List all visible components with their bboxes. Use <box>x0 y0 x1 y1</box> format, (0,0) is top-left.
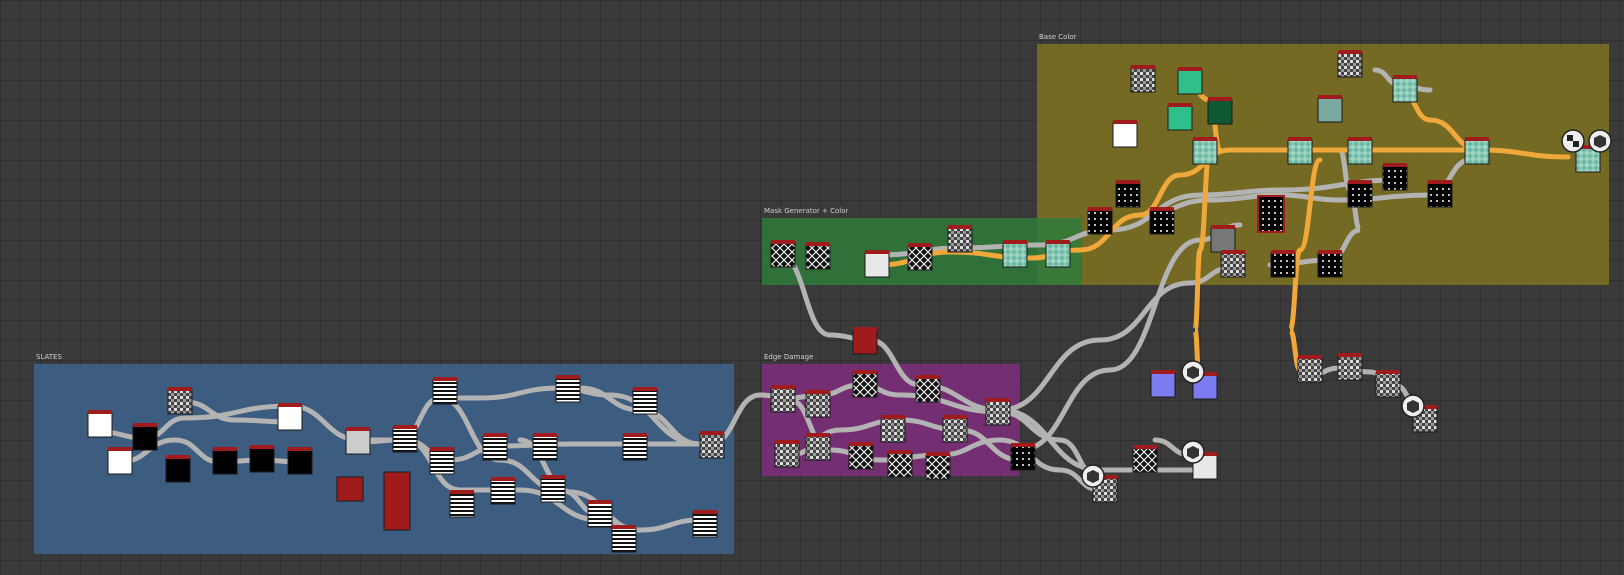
graph-node-30[interactable] <box>1002 240 1028 268</box>
graph-canvas[interactable]: SLATES Edge Damage Base Color Mask Gener… <box>0 0 1624 575</box>
graph-node-16[interactable] <box>632 387 658 415</box>
graph-node-24[interactable] <box>699 431 725 459</box>
graph-node-55[interactable] <box>1130 65 1156 93</box>
graph-node-68[interactable] <box>1087 207 1113 235</box>
cube-icon[interactable] <box>1401 394 1425 418</box>
graph-node-29[interactable] <box>947 225 973 253</box>
graph-node-66[interactable] <box>1317 95 1343 123</box>
graph-node-71[interactable] <box>1347 180 1373 208</box>
graph-node-37[interactable] <box>774 440 800 468</box>
output-node-bar[interactable] <box>1257 195 1285 233</box>
graph-node-62[interactable] <box>1347 137 1373 165</box>
graph-node-13[interactable] <box>482 433 508 461</box>
graph-node-18[interactable] <box>490 477 516 505</box>
cube-icon[interactable] <box>1081 464 1105 488</box>
graph-node-35[interactable] <box>915 375 941 403</box>
graph-node-63[interactable] <box>1464 137 1490 165</box>
graph-node-69[interactable] <box>1149 207 1175 235</box>
graph-node-74[interactable] <box>1210 225 1236 253</box>
graph-node-60[interactable] <box>1192 137 1218 165</box>
graph-node-14[interactable] <box>532 433 558 461</box>
cube-icon[interactable] <box>1181 440 1205 464</box>
graph-node-28[interactable] <box>907 243 933 271</box>
graph-node-64[interactable] <box>1337 50 1363 78</box>
graph-node-7[interactable] <box>249 445 275 473</box>
graph-node-38[interactable] <box>805 433 831 461</box>
graph-node-20[interactable] <box>449 490 475 518</box>
graph-node-6[interactable] <box>212 447 238 475</box>
graph-node-57[interactable] <box>1167 103 1193 131</box>
graph-node-36[interactable] <box>985 398 1011 426</box>
graph-node-15[interactable] <box>555 375 581 403</box>
graph-node-43[interactable] <box>1010 443 1036 471</box>
graph-node-44[interactable] <box>880 415 906 443</box>
graph-node-23[interactable] <box>692 510 718 538</box>
graph-node-53[interactable] <box>1375 370 1401 398</box>
graph-node-48[interactable] <box>1132 445 1158 473</box>
graph-node-8[interactable] <box>287 447 313 475</box>
graph-node-46[interactable] <box>1150 370 1176 398</box>
graph-node-0[interactable] <box>87 410 113 438</box>
graph-node-32[interactable] <box>770 385 796 413</box>
graph-node-73[interactable] <box>1427 180 1453 208</box>
graph-node-22[interactable] <box>611 525 637 553</box>
graph-node-77[interactable] <box>1317 250 1343 278</box>
graph-node-12[interactable] <box>429 447 455 475</box>
graph-node-2[interactable] <box>167 387 193 415</box>
graph-node-39[interactable] <box>848 442 874 470</box>
graph-node-42[interactable] <box>925 452 951 480</box>
uniform-color-node[interactable] <box>336 476 364 502</box>
graph-node-75[interactable] <box>1220 250 1246 278</box>
graph-node-17[interactable] <box>622 433 648 461</box>
graph-node-3[interactable] <box>107 447 133 475</box>
graph-node-19[interactable] <box>540 475 566 503</box>
graph-node-4[interactable] <box>165 455 191 483</box>
graph-node-45[interactable] <box>852 327 878 355</box>
node-graph-layer <box>87 50 1612 553</box>
node-connection-10[interactable] <box>777 252 1198 473</box>
graph-node-5[interactable] <box>277 403 303 431</box>
graph-node-26[interactable] <box>805 242 831 270</box>
graph-node-40[interactable] <box>887 450 913 478</box>
graph-node-11[interactable] <box>432 377 458 405</box>
graph-node-72[interactable] <box>1382 163 1408 191</box>
graph-node-56[interactable] <box>1177 67 1203 95</box>
graph-node-1[interactable] <box>132 423 158 451</box>
graph-node-58[interactable] <box>1207 97 1233 125</box>
output-node-large[interactable] <box>383 471 411 531</box>
graph-node-33[interactable] <box>805 390 831 418</box>
graph-node-65[interactable] <box>1392 75 1418 103</box>
graph-node-25[interactable] <box>770 240 796 268</box>
graph-node-59[interactable] <box>1112 120 1138 148</box>
graph-node-67[interactable] <box>1115 180 1141 208</box>
graph-node-34[interactable] <box>852 370 878 398</box>
graph-node-41[interactable] <box>942 415 968 443</box>
checker-icon[interactable] <box>1561 129 1585 153</box>
graph-node-61[interactable] <box>1287 137 1313 165</box>
graph-node-9[interactable] <box>345 427 371 455</box>
graph-node-31[interactable] <box>1045 240 1071 268</box>
graph-node-52[interactable] <box>1337 353 1363 381</box>
graph-node-10[interactable] <box>392 425 418 453</box>
graph-node-76[interactable] <box>1270 250 1296 278</box>
node-connection-highlight-2[interactable] <box>1192 147 1213 398</box>
graph-node-21[interactable] <box>587 500 613 528</box>
cube-icon[interactable] <box>1181 360 1205 384</box>
graph-node-27[interactable] <box>864 250 890 278</box>
graph-node-51[interactable] <box>1297 355 1323 383</box>
cube-icon[interactable] <box>1588 129 1612 153</box>
